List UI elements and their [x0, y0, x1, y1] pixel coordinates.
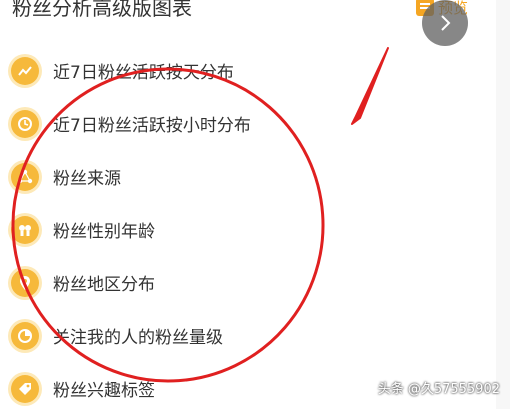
clock-icon	[11, 109, 39, 138]
list-item[interactable]: 近7日粉丝活跃按天分布	[0, 44, 496, 97]
list-item[interactable]: 粉丝来源	[0, 150, 496, 203]
list-item[interactable]: 粉丝性别年龄	[0, 203, 496, 256]
list-item-label: 粉丝来源	[53, 169, 121, 189]
list-item[interactable]: 近7日粉丝活跃按小时分布	[0, 97, 496, 150]
share-nodes-icon	[11, 162, 39, 191]
list-item-label: 粉丝地区分布	[53, 275, 155, 295]
tag-icon	[11, 374, 39, 403]
gender-icon	[11, 215, 39, 244]
list-item-label: 关注我的人的粉丝量级	[53, 328, 223, 348]
list-item-label: 粉丝兴趣标签	[53, 381, 155, 401]
list-item[interactable]: 粉丝地区分布	[0, 256, 496, 309]
chart-list-panel: 粉丝分析高级版图表 预览 近7日粉丝活跃按天分布 近7日粉丝活跃按小时分布 粉丝…	[0, 0, 496, 409]
list-item-label: 粉丝性别年龄	[53, 222, 155, 242]
next-button[interactable]	[422, 0, 468, 46]
watermark: 头条 @久57555902	[377, 382, 500, 397]
chart-list: 近7日粉丝活跃按天分布 近7日粉丝活跃按小时分布 粉丝来源 粉丝性别年龄 粉丝地…	[0, 44, 496, 415]
page-title: 粉丝分析高级版图表	[12, 0, 192, 20]
list-item[interactable]: 关注我的人的粉丝量级	[0, 309, 496, 362]
trend-icon	[11, 56, 39, 85]
list-item-label: 近7日粉丝活跃按小时分布	[53, 116, 251, 136]
chevron-right-icon	[441, 15, 451, 31]
pie-chart-icon	[11, 321, 39, 350]
side-scroll-strip	[496, 0, 510, 409]
list-item-label: 近7日粉丝活跃按天分布	[53, 63, 234, 83]
location-pin-icon	[11, 268, 39, 297]
